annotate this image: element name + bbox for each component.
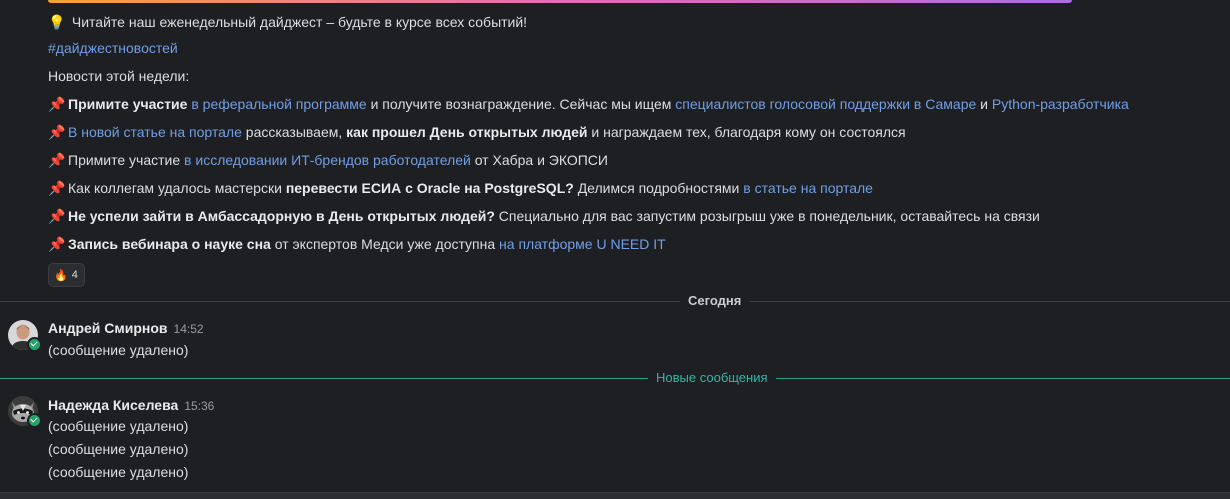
message-body: (сообщение удалено) [48,339,188,362]
it-brands-research-link[interactable]: в исследовании ИТ-брендов работодателей [184,152,471,168]
pushpin-icon: 📌 [48,124,66,140]
message-body: (сообщение удалено) (сообщение удалено) … [48,415,188,484]
digest-item: 📌 В новой статье на портале рассказываем,… [48,119,1228,147]
uneedit-platform-link[interactable]: на платформе U NEED IT [499,236,666,252]
deleted-message-text: (сообщение удалено) [48,342,189,358]
fire-reaction-button[interactable]: 🔥 4 [48,263,85,287]
item-text: Делимся подробностями [573,180,744,196]
item-text: и [976,96,992,112]
new-messages-label: Новые сообщения [648,368,776,388]
item-text: от экспертов Медси уже доступна [270,236,500,252]
composer-edge [0,492,1230,499]
digest-message: 💡 Читайте наш еженедельный дайджест – бу… [48,9,1228,287]
digest-intro-text: Читайте наш еженедельный дайджест – будь… [71,14,528,30]
item-text: Как коллегам удалось мастерски [68,180,286,196]
referral-program-link[interactable]: в реферальной программе [187,96,366,112]
digest-intro: 💡 Читайте наш еженедельный дайджест – бу… [48,9,1228,35]
deleted-message-text: (сообщение удалено) [48,464,189,480]
item-bold-text: как прошел День открытых людей [346,124,588,140]
pushpin-icon: 📌 [48,96,66,112]
digest-banner-edge [48,0,1072,3]
author-name[interactable]: Надежда Киселева [48,397,178,413]
online-status-icon [27,337,42,352]
item-bold-text: перевести ЕСИА с Oracle на PostgreSQL? [285,180,574,196]
message-author[interactable]: Андрей Смирнов 14:52 [48,320,204,336]
date-divider-label: Сегодня [680,291,750,311]
message-time: 15:36 [184,399,215,413]
item-bold-text: Запись вебинара о науке сна [68,236,271,252]
deleted-message-text: (сообщение удалено) [48,418,189,434]
portal-article-link[interactable]: В новой статье на портале [68,124,242,140]
digest-item: 📌 Как коллегам удалось мастерски перевест… [48,175,1228,203]
author-name[interactable]: Андрей Смирнов [48,320,168,336]
avatar[interactable] [8,396,42,428]
new-messages-divider: Новые сообщения [0,368,1230,388]
digest-item: 📌 Примите участие в реферальной программе… [48,91,1228,119]
online-status-icon [27,413,42,428]
portal-article-link[interactable]: в статье на портале [743,180,873,196]
reaction-count: 4 [71,269,78,281]
message-time: 14:52 [173,322,204,336]
message-author[interactable]: Надежда Киселева 15:36 [48,397,214,413]
item-text: рассказываем, [241,124,347,140]
digest-item: 📌 Запись вебинара о науке сна от эксперто… [48,231,1228,259]
item-text: от Хабра и ЭКОПСИ [470,152,608,168]
item-bold-text: Не успели зайти в Амбассадорную в День о… [68,208,495,224]
pushpin-icon: 📌 [48,180,66,196]
digest-item: 📌 Примите участие в исследовании ИТ-бренд… [48,147,1228,175]
item-text: Специально для вас запустим розыгрыш уже… [494,208,1040,224]
digest-hashtag-line: #дайджестновостей [48,35,1228,63]
avatar[interactable] [8,320,42,352]
deleted-message-text: (сообщение удалено) [48,441,189,457]
item-text: и награждаем тех, благодаря кому он сост… [587,124,906,140]
date-divider: Сегодня [0,291,1230,311]
pushpin-icon: 📌 [48,208,66,224]
pushpin-icon: 📌 [48,236,66,252]
hashtag-link[interactable]: #дайджестновостей [48,40,178,56]
item-text: Примите участие [68,152,185,168]
fire-icon: 🔥 [54,269,68,282]
item-bold-text: Примите участие [68,96,188,112]
digest-item: 📌 Не успели зайти в Амбассадорную в День … [48,203,1228,231]
lightbulb-icon: 💡 [48,14,66,30]
chat-view: 💡 Читайте наш еженедельный дайджест – бу… [0,0,1230,499]
pushpin-icon: 📌 [48,152,66,168]
python-developer-link[interactable]: Python-разработчика [992,96,1129,112]
item-text: и получите вознаграждение. Сейчас мы ище… [366,96,676,112]
digest-week-title: Новости этой недели: [48,68,190,84]
voice-support-link[interactable]: специалистов голосовой поддержки в Самар… [675,96,976,112]
